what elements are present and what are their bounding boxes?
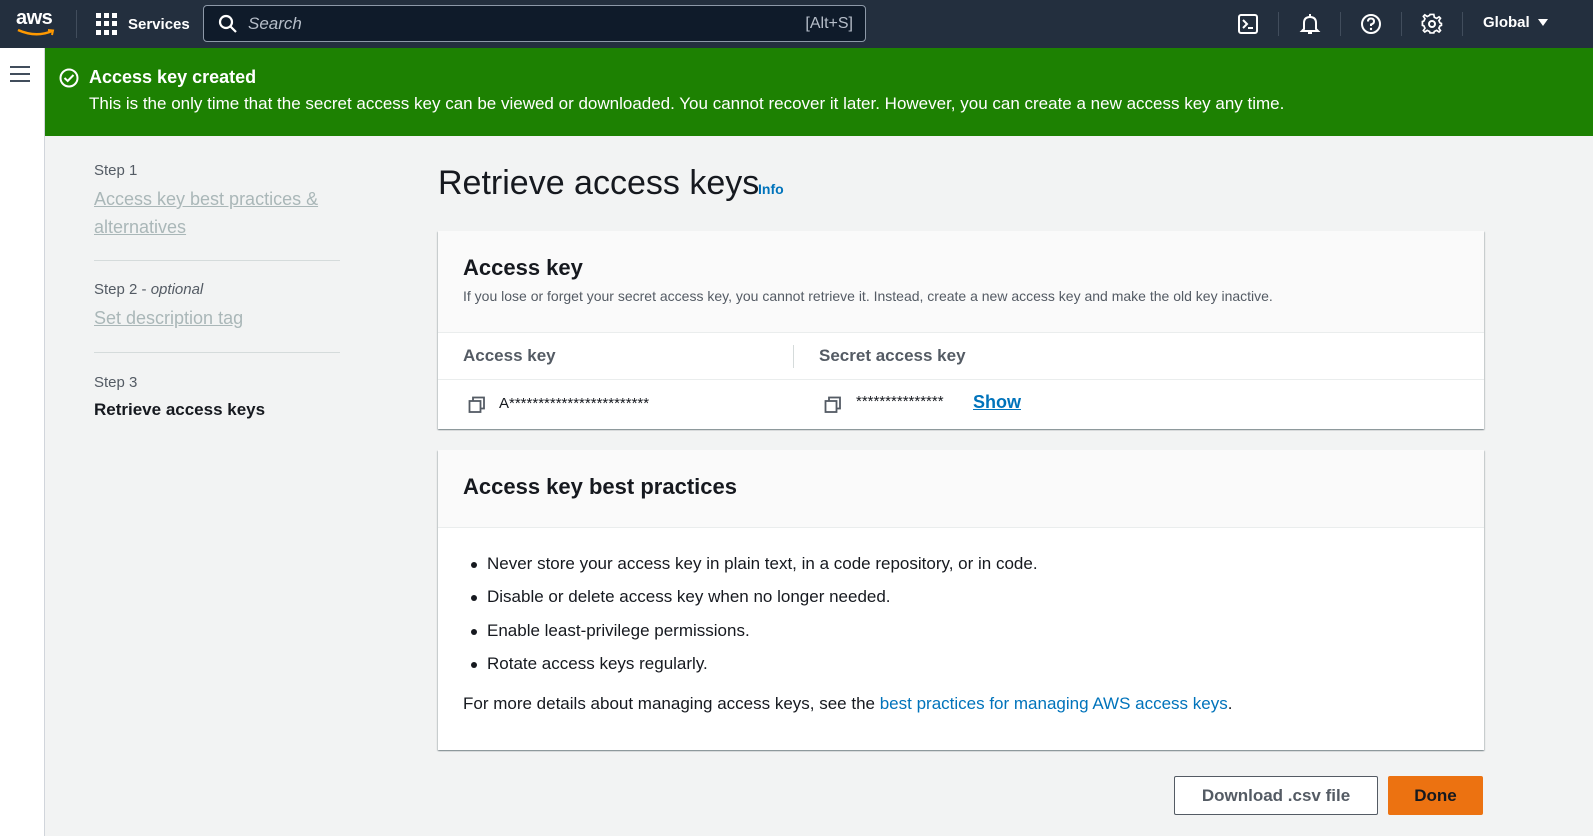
- flash-title: Access key created: [89, 67, 257, 87]
- access-key-card-header: Access key If you lose or forget your se…: [438, 231, 1484, 333]
- cloudshell-icon[interactable]: [1236, 12, 1260, 36]
- best-practices-link[interactable]: best practices for managing AWS access k…: [880, 694, 1228, 713]
- list-item: Rotate access keys regularly.: [471, 654, 1038, 687]
- copy-icon[interactable]: [468, 396, 486, 414]
- access-key-value: A************************: [499, 395, 650, 412]
- gear-icon[interactable]: [1420, 12, 1444, 36]
- search-input[interactable]: [248, 13, 768, 34]
- nav-divider: [1340, 12, 1341, 36]
- region-selector[interactable]: Global: [1483, 14, 1548, 31]
- copy-icon[interactable]: [824, 396, 842, 414]
- best-practices-card-header: Access key best practices: [438, 450, 1484, 528]
- help-icon[interactable]: [1359, 12, 1383, 36]
- list-item: Never store your access key in plain tex…: [471, 554, 1038, 587]
- flash-message: This is the only time that the secret ac…: [89, 94, 1285, 113]
- column-header-secret-key: Secret access key: [819, 346, 966, 365]
- grid-icon: [96, 13, 118, 35]
- step-1-label: Step 1: [94, 162, 138, 179]
- best-practices-card-title: Access key best practices: [463, 474, 737, 499]
- column-header-access-key: Access key: [463, 346, 556, 365]
- menu-icon[interactable]: [10, 66, 30, 82]
- nav-divider: [76, 10, 77, 38]
- caret-down-icon: [1537, 19, 1548, 26]
- step-3-label: Step 3: [94, 374, 138, 391]
- access-key-card-description: If you lose or forget your secret access…: [463, 288, 1273, 304]
- bell-icon[interactable]: [1298, 12, 1322, 36]
- secret-key-value: ***************: [856, 393, 944, 410]
- step-divider: [94, 260, 340, 261]
- page-title: Retrieve access keys: [438, 164, 760, 202]
- aws-logo[interactable]: aws: [16, 8, 58, 38]
- show-secret-link[interactable]: Show: [973, 392, 1021, 413]
- nav-divider: [1278, 12, 1279, 36]
- top-navigation: aws Services [Alt+S]: [0, 0, 1593, 48]
- search-box[interactable]: [Alt+S]: [203, 5, 866, 42]
- step-3-current: Retrieve access keys: [94, 400, 266, 419]
- side-nav-strip: [0, 48, 45, 836]
- done-button[interactable]: Done: [1388, 776, 1483, 815]
- step-1-link[interactable]: Access key best practices & alternatives: [94, 185, 344, 241]
- download-csv-button[interactable]: Download .csv file: [1174, 776, 1378, 815]
- aws-smile-icon: [17, 28, 55, 36]
- list-item: Disable or delete access key when no lon…: [471, 587, 1038, 620]
- more-details-text: For more details about managing access k…: [463, 694, 1233, 713]
- step-divider: [94, 352, 340, 353]
- aws-logo-text: aws: [16, 7, 53, 29]
- access-key-card: Access key If you lose or forget your se…: [438, 231, 1484, 429]
- step-2-label: Step 2 - optional: [94, 281, 204, 298]
- success-flash-banner: Access key created This is the only time…: [45, 48, 1593, 136]
- services-menu-button[interactable]: Services: [96, 12, 190, 36]
- list-item: Enable least-privilege permissions.: [471, 621, 1038, 654]
- step-2-link[interactable]: Set description tag: [94, 304, 344, 332]
- nav-divider: [1462, 12, 1463, 36]
- info-link[interactable]: Info: [758, 181, 784, 197]
- nav-divider: [1401, 12, 1402, 36]
- search-icon: [218, 14, 237, 33]
- step-2-optional: optional: [150, 281, 204, 298]
- table-row: A************************ **************…: [438, 380, 1484, 429]
- services-label: Services: [128, 15, 190, 33]
- search-shortcut-hint: [Alt+S]: [805, 14, 853, 32]
- access-key-card-title: Access key: [463, 255, 583, 280]
- best-practices-list: Never store your access key in plain tex…: [471, 554, 1038, 687]
- key-table-header: Access key Secret access key: [438, 333, 1484, 380]
- column-divider: [793, 345, 794, 368]
- region-label: Global: [1483, 14, 1530, 31]
- check-circle-icon: [59, 68, 79, 88]
